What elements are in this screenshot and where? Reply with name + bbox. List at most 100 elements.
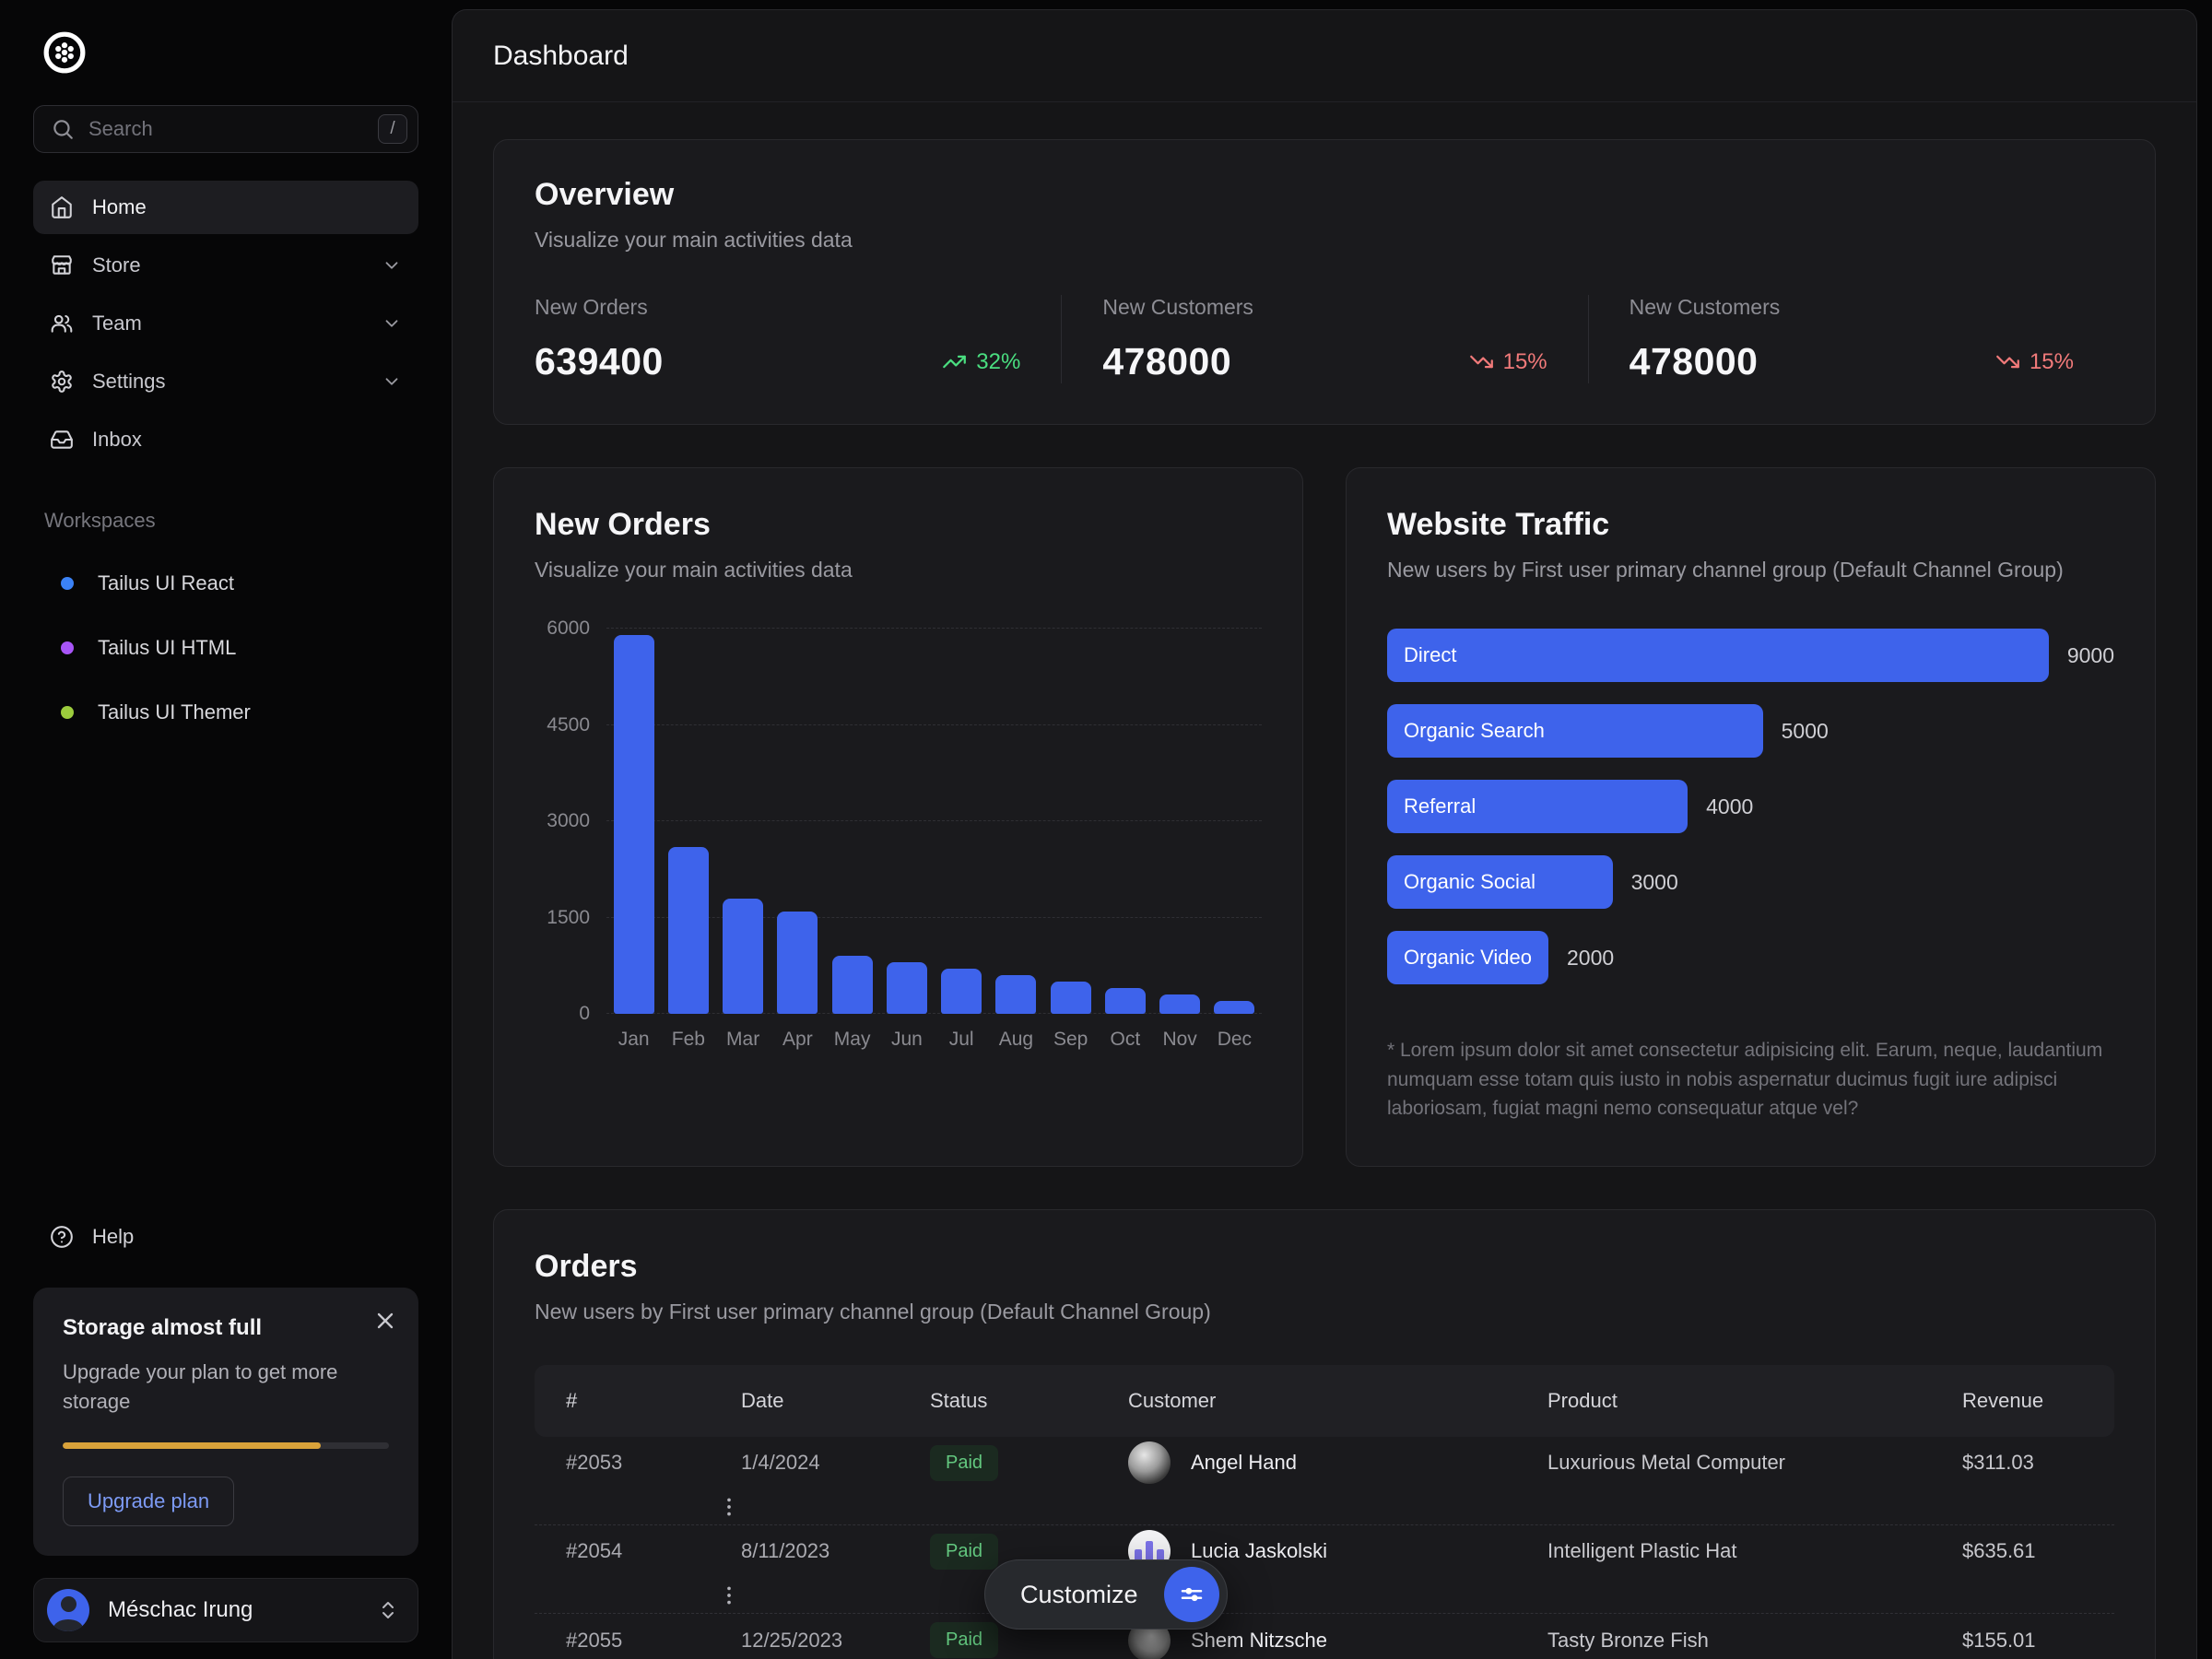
new-orders-chart-title: New Orders: [535, 507, 1262, 543]
stat-value: 478000: [1102, 340, 1231, 383]
bar-may: [832, 956, 873, 1014]
status-badge: Paid: [930, 1534, 998, 1570]
storage-progress-bar: [63, 1442, 389, 1449]
order-revenue: $155.01: [1962, 1629, 2046, 1653]
stat-new-customers: New Customers 478000 15%: [1061, 295, 1587, 383]
bar-chart-x-labels: JanFebMarAprMayJunJulAugSepOctNovDec: [606, 1029, 1262, 1051]
x-axis-tick-label: Jan: [606, 1029, 661, 1051]
traffic-bar-referral: Referral: [1387, 780, 1688, 833]
table-row: #205512/25/2023PaidShem NitzscheTasty Br…: [535, 1614, 2114, 1659]
bar-chart-plot: 01500300045006000: [606, 629, 1262, 1014]
x-axis-tick-label: Nov: [1153, 1029, 1207, 1051]
workspace-dot: [61, 706, 74, 719]
workspace-dot: [61, 641, 74, 654]
help-icon: [50, 1225, 74, 1249]
row-menu-button[interactable]: [717, 1495, 741, 1519]
sliders-icon: [1164, 1567, 1219, 1622]
status-badge: Paid: [930, 1445, 998, 1481]
traffic-bar-value: 9000: [2067, 643, 2114, 668]
sidebar-item-help[interactable]: Help: [33, 1210, 418, 1264]
overview-subtitle: Visualize your main activities data: [535, 228, 2114, 253]
x-axis-tick-label: Jun: [879, 1029, 934, 1051]
upgrade-plan-button[interactable]: Upgrade plan: [63, 1477, 234, 1526]
traffic-row-organic-video: Organic Video2000: [1387, 931, 2114, 984]
sidebar-item-label: Inbox: [92, 428, 142, 452]
y-axis-tick-label: 3000: [547, 810, 590, 832]
stat-label: New Customers: [1102, 295, 1547, 320]
x-axis-tick-label: Sep: [1043, 1029, 1098, 1051]
bar-apr: [777, 912, 818, 1014]
sidebar-nav: Home Store Team Settings Inbox: [33, 181, 418, 466]
traffic-bar-value: 2000: [1567, 946, 1614, 971]
traffic-row-referral: Referral 4000: [1387, 780, 2114, 833]
sidebar-item-store[interactable]: Store: [33, 239, 418, 292]
sidebar-item-team[interactable]: Team: [33, 297, 418, 350]
close-icon[interactable]: [372, 1308, 398, 1334]
orders-table-header: #DateStatusCustomerProductRevenue: [535, 1365, 2114, 1437]
traffic-bar-value: 3000: [1631, 870, 1678, 895]
traffic-row-organic-social: Organic Social3000: [1387, 855, 2114, 909]
sidebar-item-label: Store: [92, 253, 141, 277]
traffic-bar-label: Organic Search: [1404, 719, 1545, 743]
user-name: Méschac Irung: [108, 1597, 253, 1623]
orders-table-body: #20531/4/2024PaidAngel HandLuxurious Met…: [535, 1437, 2114, 1659]
workspace-label: Tailus UI React: [98, 571, 234, 595]
traffic-bar-label: Referral: [1404, 794, 1476, 818]
traffic-bar-value: 5000: [1782, 719, 1829, 744]
sidebar-item-label: Settings: [92, 370, 166, 394]
stat-row: 47800015%: [1630, 340, 2074, 383]
sidebar-item-inbox[interactable]: Inbox: [33, 413, 418, 466]
stat-trend: 15%: [1469, 349, 1547, 375]
column-header-status: Status: [930, 1389, 1128, 1413]
trending-down-icon: [1995, 349, 2020, 374]
storage-progress-fill: [63, 1442, 321, 1449]
app-logo[interactable]: [42, 30, 87, 75]
stat-new-customers: New Customers47800015%: [1588, 295, 2114, 383]
customize-button[interactable]: Customize: [984, 1559, 1228, 1630]
sidebar-item-settings[interactable]: Settings: [33, 355, 418, 408]
traffic-bar-value: 4000: [1706, 794, 1753, 819]
main-header: Dashboard: [453, 10, 2196, 102]
order-customer: Angel Hand: [1128, 1441, 1547, 1484]
user-menu[interactable]: Méschac Irung: [33, 1578, 418, 1642]
sidebar-item-home[interactable]: Home: [33, 181, 418, 234]
order-date: 1/4/2024: [741, 1451, 930, 1475]
dashboard-app: / HomeStoreTeamSettingsInbox Workspaces …: [0, 0, 2212, 1659]
x-axis-tick-label: Jul: [935, 1029, 989, 1051]
new-orders-chart-card: New Orders Visualize your main activitie…: [493, 467, 1303, 1167]
trending-up-icon: [942, 349, 967, 374]
user-avatar: [47, 1589, 89, 1631]
traffic-bar-label: Direct: [1404, 643, 1456, 667]
column-header-date: Date: [741, 1389, 930, 1413]
bar-column-nov: [1153, 629, 1207, 1014]
inbox-icon: [50, 428, 74, 452]
search-input[interactable]: [88, 117, 364, 141]
sidebar-item-label: Home: [92, 195, 147, 219]
y-axis-tick-label: 4500: [547, 714, 590, 736]
orders-subtitle: New users by First user primary channel …: [535, 1300, 2114, 1324]
stat-row: 478000 15%: [1102, 340, 1547, 383]
stat-new-orders: New Orders63940032%: [535, 295, 1061, 383]
y-axis-tick-label: 6000: [547, 618, 590, 640]
help-label: Help: [92, 1225, 134, 1249]
bar-nov: [1159, 994, 1200, 1014]
traffic-bar-direct: Direct: [1387, 629, 2049, 682]
x-axis-tick-label: Mar: [716, 1029, 771, 1051]
customer-name: Shem Nitzsche: [1191, 1629, 1327, 1653]
workspace-item-tailus-ui-react[interactable]: Tailus UI React: [33, 557, 418, 610]
workspace-dot: [61, 577, 74, 590]
x-axis-tick-label: Apr: [771, 1029, 825, 1051]
x-axis-tick-label: May: [825, 1029, 879, 1051]
column-header--: #: [566, 1389, 741, 1413]
table-row: #20531/4/2024PaidAngel HandLuxurious Met…: [535, 1437, 2114, 1525]
workspaces-heading: Workspaces: [33, 509, 418, 533]
trending-down-icon: [1469, 349, 1494, 374]
order-id: #2054: [566, 1539, 741, 1563]
bar-column-jun: [879, 629, 934, 1014]
overview-card: Overview Visualize your main activities …: [493, 139, 2156, 425]
workspace-item-tailus-ui-html[interactable]: Tailus UI HTML: [33, 621, 418, 675]
traffic-row-direct: Direct 9000: [1387, 629, 2114, 682]
workspace-item-tailus-ui-themer[interactable]: Tailus UI Themer: [33, 686, 418, 739]
row-menu-button[interactable]: [717, 1583, 741, 1607]
bar-feb: [668, 847, 709, 1014]
